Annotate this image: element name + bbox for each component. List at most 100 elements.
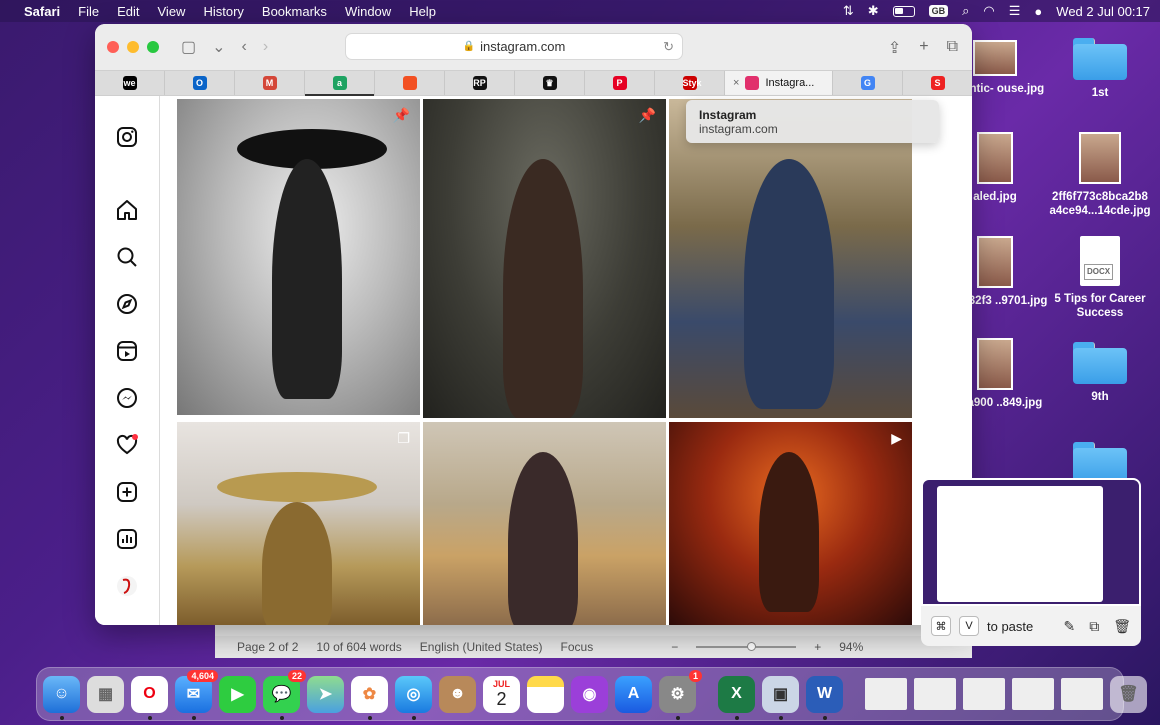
share-icon[interactable]: ⇪: [888, 38, 901, 58]
screenshot-thumbnail: [937, 486, 1103, 602]
trash-icon[interactable]: 🗑: [1110, 675, 1147, 713]
minimized-window-2[interactable]: [914, 678, 956, 710]
minimized-window-1[interactable]: [865, 678, 907, 710]
new-tab-icon[interactable]: +: [919, 38, 928, 58]
focus-button[interactable]: Focus: [561, 640, 594, 654]
tab-9[interactable]: × Instagra...: [725, 71, 833, 95]
close-tab-icon[interactable]: ×: [733, 77, 739, 89]
desktop-folder-9th[interactable]: 9th: [1045, 340, 1155, 404]
zoom-out-icon[interactable]: −: [671, 640, 678, 654]
siri-icon[interactable]: ●: [1034, 4, 1042, 19]
calendar-icon[interactable]: JUL 2: [483, 675, 520, 713]
desktop-file-career-tips[interactable]: DOCX 5 Tips for Career Success: [1045, 236, 1155, 320]
screenshot-preview[interactable]: [921, 478, 1141, 606]
tab-1[interactable]: O: [165, 71, 235, 95]
minimize-window-button[interactable]: [127, 41, 139, 53]
post-6[interactable]: ▶: [669, 422, 912, 625]
menu-window[interactable]: Window: [345, 4, 391, 19]
tab-2[interactable]: M: [235, 71, 305, 95]
opera-icon[interactable]: O: [131, 675, 168, 720]
post-2[interactable]: 📌: [423, 99, 666, 418]
minimized-window-5[interactable]: [1061, 678, 1103, 710]
copy-icon[interactable]: ⧉: [1089, 618, 1099, 635]
back-icon[interactable]: ‹: [242, 38, 247, 56]
explore-icon[interactable]: [115, 292, 139, 316]
search-icon[interactable]: [115, 245, 139, 269]
menu-app-safari[interactable]: Safari: [24, 4, 60, 19]
menu-help[interactable]: Help: [409, 4, 436, 19]
tab-4[interactable]: [375, 71, 445, 95]
zoom-slider[interactable]: [696, 642, 797, 651]
post-4[interactable]: ❐: [177, 422, 420, 625]
tab-overview-icon[interactable]: ⧉: [947, 38, 958, 58]
zoom-window-button[interactable]: [147, 41, 159, 53]
minimized-window-3[interactable]: [963, 678, 1005, 710]
tab-10[interactable]: G: [833, 71, 903, 95]
mail-icon[interactable]: ✉ 4,604: [175, 669, 218, 720]
post-3[interactable]: [669, 99, 912, 418]
tab-7[interactable]: P: [585, 71, 655, 95]
post-1[interactable]: 📌: [177, 99, 420, 415]
menubar-clock[interactable]: Wed 2 Jul 00:17: [1056, 4, 1150, 19]
menu-bookmarks[interactable]: Bookmarks: [262, 4, 327, 19]
tab-group-chevron-icon[interactable]: ⌄: [212, 37, 225, 57]
menu-edit[interactable]: Edit: [117, 4, 139, 19]
home-icon[interactable]: [115, 198, 139, 222]
menu-view[interactable]: View: [158, 4, 186, 19]
language[interactable]: English (United States): [420, 640, 543, 654]
finder-icon[interactable]: ☺: [43, 675, 80, 720]
reload-icon[interactable]: ↻: [663, 39, 674, 55]
launchpad-icon[interactable]: ▦: [87, 675, 124, 713]
excel-icon[interactable]: X: [718, 675, 755, 720]
messages-icon[interactable]: 💬 22: [263, 669, 306, 720]
notifications-heart-icon[interactable]: [115, 433, 139, 457]
wifi-icon[interactable]: ◠: [983, 3, 994, 19]
edit-pencil-icon[interactable]: ✎: [1063, 618, 1075, 635]
dashboard-icon[interactable]: [115, 527, 139, 551]
trash-icon[interactable]: 🗑: [1113, 618, 1131, 635]
word-icon[interactable]: W: [806, 675, 843, 720]
tab-3[interactable]: a: [305, 71, 375, 96]
messenger-icon[interactable]: [115, 386, 139, 410]
address-bar[interactable]: 🔒 instagram.com ↻: [345, 33, 683, 60]
spotlight-search-icon[interactable]: ⌕: [962, 3, 969, 19]
tab-8[interactable]: Styk: [655, 71, 725, 95]
contacts-icon[interactable]: ☻: [439, 675, 476, 713]
create-post-icon[interactable]: [115, 480, 139, 504]
reels-icon[interactable]: [115, 339, 139, 363]
tab-6[interactable]: ♛: [515, 71, 585, 95]
system-settings-icon[interactable]: ⚙ 1: [659, 669, 702, 720]
battery-icon[interactable]: [892, 5, 915, 17]
notes-icon[interactable]: [527, 675, 564, 713]
instagram-logo-icon[interactable]: [115, 125, 139, 149]
profile-avatar-icon[interactable]: [115, 574, 139, 598]
safari-icon[interactable]: ◎: [395, 675, 432, 720]
zoom-in-icon[interactable]: +: [814, 640, 821, 654]
menu-file[interactable]: File: [78, 4, 99, 19]
photos-icon[interactable]: ✿: [351, 675, 388, 720]
maps-icon[interactable]: ➤: [307, 675, 344, 713]
sidebar-toggle-icon[interactable]: ▢: [181, 37, 196, 57]
tab-11[interactable]: S: [903, 71, 972, 95]
zoom-level[interactable]: 94%: [839, 640, 863, 654]
desktop-folder-1st[interactable]: 1st: [1045, 36, 1155, 100]
podcasts-icon[interactable]: ◉: [571, 675, 608, 713]
close-window-button[interactable]: [107, 41, 119, 53]
desktop-file-2ff6[interactable]: 2ff6f773c8bca2b8 a4ce94...14cde.jpg: [1045, 132, 1155, 218]
minimized-window-4[interactable]: [1012, 678, 1054, 710]
menu-history[interactable]: History: [203, 4, 243, 19]
control-icon[interactable]: ⇅: [843, 3, 854, 19]
forward-icon[interactable]: ›: [263, 38, 268, 56]
word-count[interactable]: 10 of 604 words: [316, 640, 401, 654]
app-store-icon[interactable]: A: [615, 675, 652, 713]
preview-icon[interactable]: ▣: [762, 675, 799, 720]
tab-0[interactable]: we: [95, 71, 165, 95]
tab-5[interactable]: RP: [445, 71, 515, 95]
bluetooth-icon[interactable]: ✱: [868, 3, 879, 19]
input-source-badge[interactable]: GB: [928, 5, 949, 17]
facetime-icon[interactable]: ▶: [219, 675, 256, 713]
control-center-icon[interactable]: ☰: [1009, 3, 1021, 19]
zoom-slider-knob[interactable]: [747, 642, 757, 651]
page-count[interactable]: Page 2 of 2: [237, 640, 298, 654]
post-5[interactable]: [423, 422, 666, 625]
